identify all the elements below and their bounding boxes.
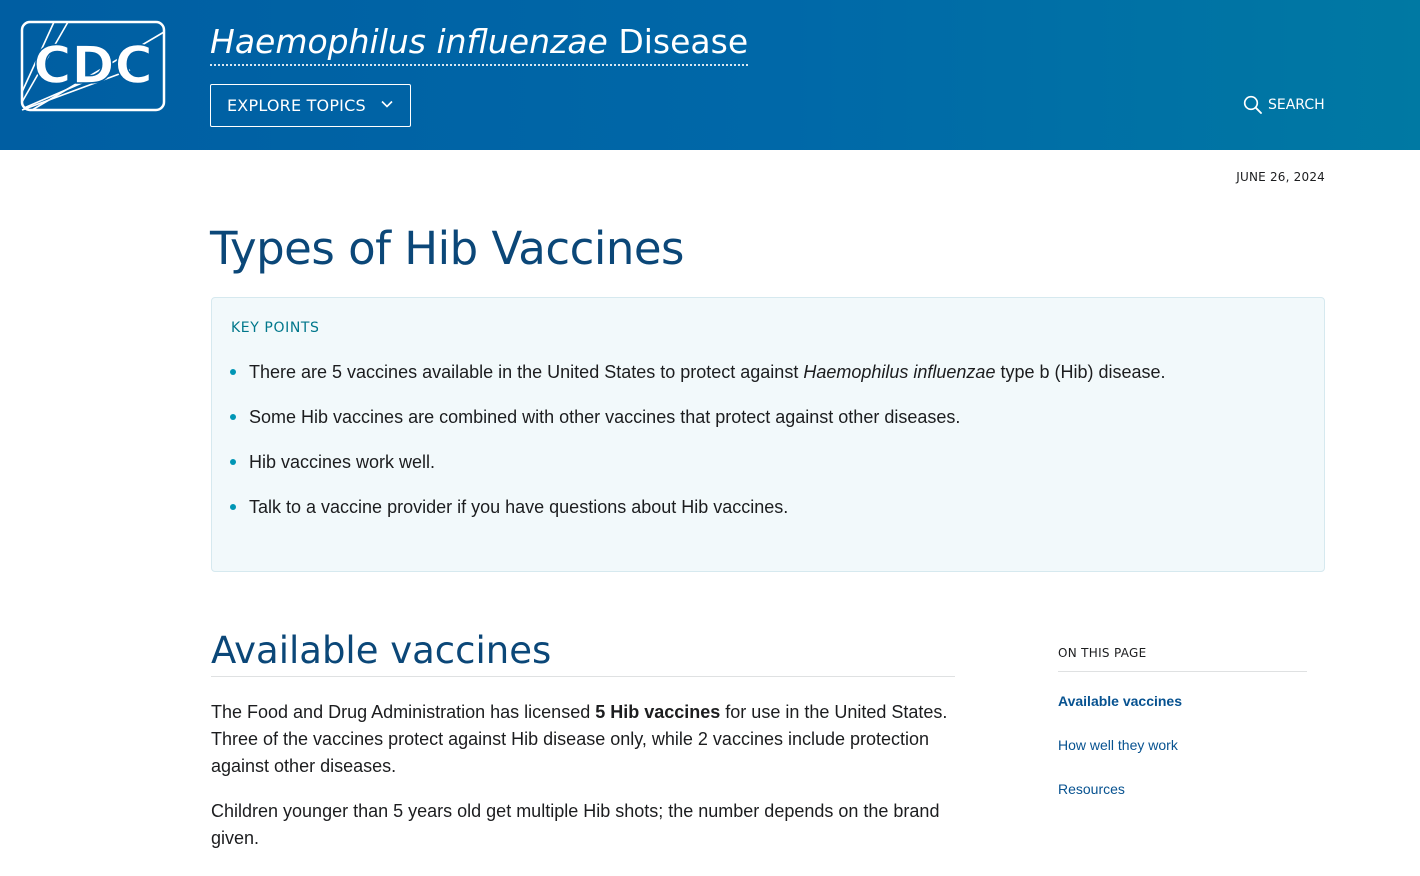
cdc-logo[interactable]: CDC bbox=[20, 20, 166, 112]
on-this-page-link[interactable]: Resources bbox=[1058, 781, 1125, 797]
key-point-item: There are 5 vaccines available in the Un… bbox=[229, 360, 1166, 405]
key-point-item: Talk to a vaccine provider if you have q… bbox=[229, 495, 1166, 540]
paragraph-bold: 5 Hib vaccines bbox=[595, 702, 721, 722]
paragraph: Children younger than 5 years old get mu… bbox=[211, 801, 940, 848]
chevron-down-icon bbox=[381, 100, 393, 108]
key-points-list: There are 5 vaccines available in the Un… bbox=[229, 360, 1166, 540]
key-point-item: Hib vaccines work well. bbox=[229, 450, 1166, 495]
site-header: CDC Haemophilus influenzae Disease EXPLO… bbox=[0, 0, 1420, 150]
site-title[interactable]: Haemophilus influenzae Disease bbox=[210, 20, 749, 66]
on-this-page-link[interactable]: Available vaccines bbox=[1058, 693, 1182, 709]
on-this-page-item-available-vaccines: Available vaccines bbox=[1058, 692, 1307, 736]
on-this-page-item-how-well-they-work: How well they work bbox=[1058, 736, 1307, 780]
key-points-box: KEY POINTS There are 5 vaccines availabl… bbox=[211, 297, 1325, 572]
on-this-page-item-resources: Resources bbox=[1058, 780, 1307, 824]
search-label: SEARCH bbox=[1268, 97, 1325, 113]
key-point-text: There are 5 vaccines available in the Un… bbox=[249, 362, 804, 382]
on-this-page-link[interactable]: How well they work bbox=[1058, 737, 1178, 753]
explore-topics-button[interactable]: EXPLORE TOPICS bbox=[210, 84, 411, 127]
site-title-italic: Haemophilus influenzae bbox=[210, 22, 608, 61]
key-point-item: Some Hib vaccines are combined with othe… bbox=[229, 405, 1166, 450]
page-title: Types of Hib Vaccines bbox=[210, 222, 685, 275]
paragraph: The Food and Drug Administration has lic… bbox=[211, 699, 959, 780]
page-date: JUNE 26, 2024 bbox=[1236, 170, 1325, 184]
on-this-page-heading: ON THIS PAGE bbox=[1058, 646, 1307, 672]
paragraph-text: The Food and Drug Administration has lic… bbox=[211, 702, 596, 722]
logo-text: CDC bbox=[33, 36, 153, 96]
on-this-page-nav: ON THIS PAGE Available vaccines How well… bbox=[1058, 646, 1307, 824]
search-button[interactable]: SEARCH bbox=[1243, 94, 1325, 116]
section-heading-available-vaccines: Available vaccines bbox=[211, 628, 955, 677]
site-title-rest: Disease bbox=[607, 22, 749, 61]
on-this-page-list: Available vaccines How well they work Re… bbox=[1058, 692, 1307, 824]
key-points-heading: KEY POINTS bbox=[231, 320, 320, 336]
key-point-text: type b (Hib) disease. bbox=[995, 362, 1166, 382]
explore-topics-label: EXPLORE TOPICS bbox=[227, 96, 366, 115]
key-point-italic: Haemophilus influenzae bbox=[803, 362, 996, 382]
search-icon bbox=[1243, 95, 1262, 114]
